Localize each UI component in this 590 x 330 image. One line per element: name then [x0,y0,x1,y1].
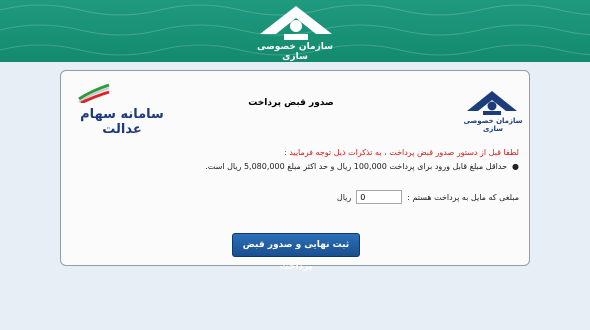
page-title: صدور قبض پرداخت [248,98,334,108]
limit-info-text: حداقل مبلغ قابل ورود برای پرداخت 100,000… [205,162,508,171]
payment-card: سازمان خصوصی سازی صدور قبض پرداخت سامانه… [60,70,530,272]
header-logo-text: سازمان خصوصی سازی [257,42,333,62]
bullet-icon: ● [512,162,519,171]
edalat-logo-text: سامانه سهام عدالت [80,107,164,137]
org-logo-text: سازمان خصوصی سازی [463,117,523,133]
notice-text: لطفا قبل از دستور صدور قبض پرداخت ، به ت… [283,148,519,157]
amount-label: مبلغی که مایل به پرداخت هستم : [407,192,519,202]
amount-unit: ریال [336,192,352,202]
amount-input[interactable] [356,190,403,204]
amount-row: مبلغی که مایل به پرداخت هستم : ریال [337,188,519,206]
submit-payment-button[interactable]: ثبت نهایی و صدور قبض پرداخت [232,233,360,272]
site-header: سازمان خصوصی سازی [0,0,590,62]
limit-info-item: ● حداقل مبلغ قابل ورود برای پرداخت 100,00… [79,162,519,171]
iran-flag-ribbon-icon [78,83,110,103]
